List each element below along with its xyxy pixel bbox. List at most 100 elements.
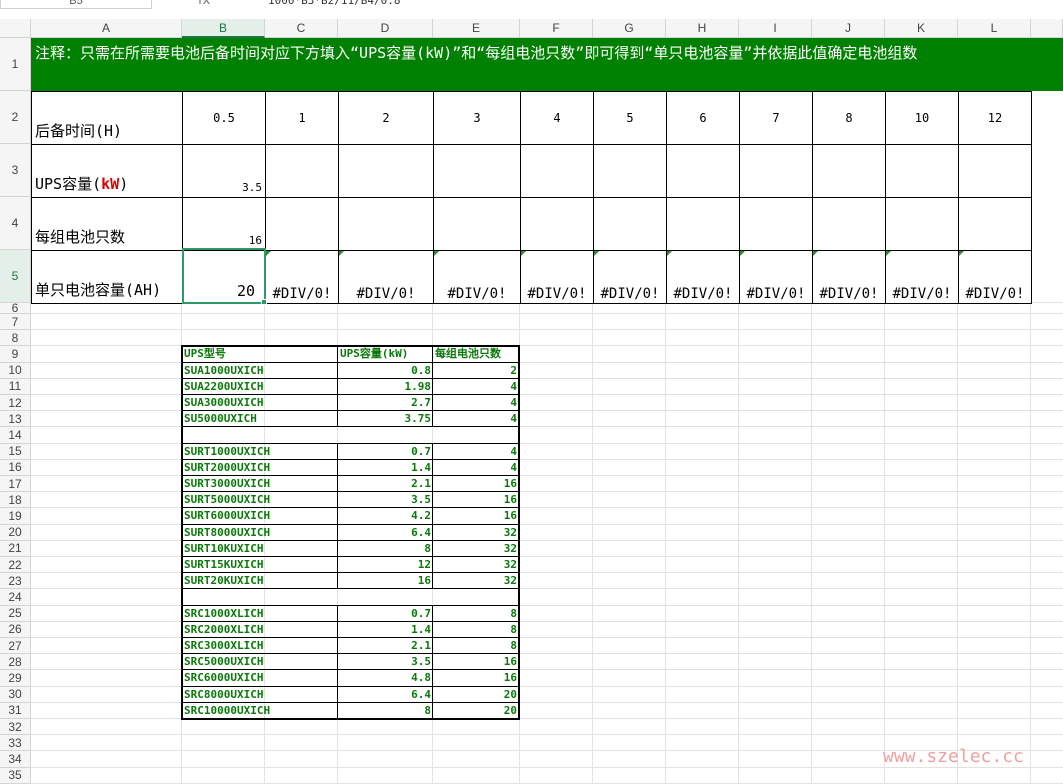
table-cell[interactable]: SUA2200UXICH [182, 379, 338, 395]
row-header-1[interactable]: 1 [0, 38, 31, 91]
ups-input-3[interactable] [433, 144, 521, 198]
table-cell[interactable]: 8 [338, 703, 433, 719]
table-cell[interactable]: SU5000UXICH [182, 411, 338, 427]
row-header-15[interactable]: 15 [0, 443, 31, 460]
row-header-34[interactable]: 34 [0, 751, 31, 768]
table-cell[interactable]: 3.75 [338, 411, 433, 427]
ups-input-8[interactable] [812, 144, 886, 198]
table-cell[interactable]: 20 [433, 703, 519, 719]
column-header-extra[interactable] [1031, 19, 1063, 38]
row-header-24[interactable]: 24 [0, 589, 31, 606]
table-cell[interactable]: SURT8000UXICH [182, 525, 338, 541]
hour-cell-4[interactable]: 4 [520, 91, 594, 145]
capacity-result-4[interactable]: #DIV/0! [520, 250, 594, 304]
table-cell[interactable]: SRC10000UXICH [182, 703, 338, 719]
row-header-32[interactable]: 32 [0, 719, 31, 736]
fill-handle[interactable] [261, 299, 267, 305]
capacity-result-6[interactable]: #DIV/0! [666, 250, 740, 304]
table-cell[interactable]: 4 [433, 460, 519, 476]
column-header-D[interactable]: D [338, 19, 433, 38]
capacity-result-3[interactable]: #DIV/0! [433, 250, 521, 304]
table-cell[interactable]: 32 [433, 573, 519, 589]
table-cell[interactable]: 8 [433, 638, 519, 654]
row-header-9[interactable]: 9 [0, 346, 31, 363]
row-header-29[interactable]: 29 [0, 670, 31, 687]
hour-cell-0.5[interactable]: 0.5 [182, 91, 266, 145]
table-cell[interactable]: 2.7 [338, 395, 433, 411]
table-cell[interactable]: SRC3000XLICH [182, 638, 338, 654]
table-cell[interactable]: 16 [433, 476, 519, 492]
row-header-8[interactable]: 8 [0, 330, 31, 347]
row-header-5[interactable]: 5 [0, 250, 31, 303]
count-input-7[interactable] [739, 197, 813, 251]
count-input-1[interactable] [265, 197, 339, 251]
capacity-result-10[interactable]: #DIV/0! [885, 250, 959, 304]
table-cell[interactable]: SURT15KUXICH [182, 557, 338, 573]
table-cell[interactable]: SURT6000UXICH [182, 508, 338, 524]
formula-input[interactable]: 1000*B3*B2/11/B4/0.8 [268, 0, 400, 9]
column-header-J[interactable]: J [812, 19, 885, 38]
ups-input-10[interactable] [885, 144, 959, 198]
hour-cell-2[interactable]: 2 [338, 91, 434, 145]
count-input-5[interactable] [593, 197, 667, 251]
row-header-22[interactable]: 22 [0, 557, 31, 574]
column-header-K[interactable]: K [885, 19, 958, 38]
column-header-C[interactable]: C [265, 19, 338, 38]
row-header-6[interactable]: 6 [0, 301, 31, 315]
column-header-F[interactable]: F [520, 19, 593, 38]
table-cell[interactable]: SUA1000UXICH [182, 363, 338, 379]
ups-input-0.5[interactable]: 3.5 [182, 144, 266, 198]
row-header-33[interactable]: 33 [0, 735, 31, 752]
table-cell[interactable] [182, 589, 338, 605]
table-cell[interactable]: SURT20KUXICH [182, 573, 338, 589]
row-header-25[interactable]: 25 [0, 605, 31, 622]
table-cell[interactable]: SURT2000UXICH [182, 460, 338, 476]
table-cell[interactable]: 16 [433, 670, 519, 686]
row-header-17[interactable]: 17 [0, 476, 31, 493]
row-header-13[interactable]: 13 [0, 411, 31, 428]
column-header-A[interactable]: A [31, 19, 182, 38]
table-cell[interactable]: SRC6000UXICH [182, 670, 338, 686]
capacity-result-1[interactable]: #DIV/0! [265, 250, 339, 304]
table-cell[interactable]: 32 [433, 557, 519, 573]
count-input-0.5[interactable]: 16 [182, 197, 266, 251]
table-cell[interactable]: 8 [433, 606, 519, 622]
table-cell[interactable]: SRC2000XLICH [182, 622, 338, 638]
ups-input-5[interactable] [593, 144, 667, 198]
table-cell[interactable]: 0.7 [338, 444, 433, 460]
table-cell[interactable]: SRC5000UXICH [182, 654, 338, 670]
hour-cell-8[interactable]: 8 [812, 91, 886, 145]
table-cell[interactable]: SURT3000UXICH [182, 476, 338, 492]
row-header-11[interactable]: 11 [0, 378, 31, 395]
row-header-4[interactable]: 4 [0, 197, 31, 250]
label-ups-capacity[interactable]: UPS容量(kW) [31, 144, 183, 198]
table-cell[interactable]: 1.4 [338, 460, 433, 476]
count-input-12[interactable] [958, 197, 1032, 251]
table-cell[interactable] [433, 427, 519, 443]
table-cell[interactable]: 2.1 [338, 638, 433, 654]
column-header-G[interactable]: G [593, 19, 666, 38]
row-header-7[interactable]: 7 [0, 314, 31, 331]
name-box[interactable]: B5 [0, 0, 152, 9]
count-input-10[interactable] [885, 197, 959, 251]
label-battery-count[interactable]: 每组电池只数 [31, 197, 183, 251]
table-cell[interactable]: 4 [433, 379, 519, 395]
select-all-corner[interactable] [0, 19, 31, 38]
table-cell[interactable]: 2.1 [338, 476, 433, 492]
ups-input-6[interactable] [666, 144, 740, 198]
row-header-23[interactable]: 23 [0, 573, 31, 590]
table-cell[interactable]: 20 [433, 687, 519, 703]
row-header-35[interactable]: 35 [0, 767, 31, 784]
label-battery-capacity[interactable]: 单只电池容量(AH) [31, 250, 183, 304]
table-cell[interactable] [338, 589, 433, 605]
hour-cell-6[interactable]: 6 [666, 91, 740, 145]
hour-cell-5[interactable]: 5 [593, 91, 667, 145]
label-backup-time[interactable]: 后备时间(H) [31, 91, 183, 145]
table-cell[interactable]: 16 [433, 508, 519, 524]
table-cell[interactable]: SURT10KUXICH [182, 541, 338, 557]
table-cell[interactable]: 4.2 [338, 508, 433, 524]
table-cell[interactable]: 16 [433, 654, 519, 670]
ups-input-12[interactable] [958, 144, 1032, 198]
capacity-result-8[interactable]: #DIV/0! [812, 250, 886, 304]
table-cell[interactable] [338, 427, 433, 443]
